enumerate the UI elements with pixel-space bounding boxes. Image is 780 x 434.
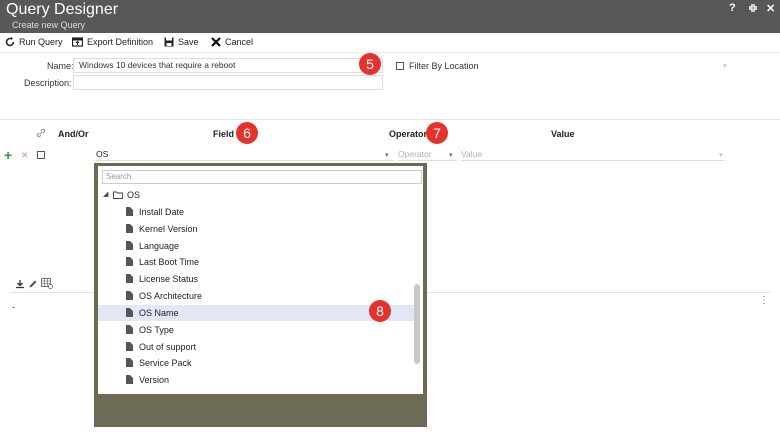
tree-item-label: Version (139, 375, 170, 385)
filter-by-location-checkbox[interactable] (396, 62, 404, 70)
window-subtitle: Create new Query (12, 20, 86, 30)
export-definition-button[interactable]: Export Definition (72, 37, 153, 47)
tree-item-label: OS Type (139, 325, 174, 335)
description-field[interactable] (73, 75, 383, 90)
remove-row-button[interactable]: ✕ (21, 150, 29, 161)
header-field: Field (213, 129, 235, 139)
tree-item-label: Last Boot Time (139, 257, 200, 267)
row-checkbox[interactable] (37, 151, 45, 159)
more-options-button[interactable]: ⋮ (759, 295, 769, 306)
link-icon (36, 128, 46, 138)
dropdown-scrollbar[interactable] (414, 284, 420, 364)
field-dropdown-panel: Search ◢ OS Install Date Kernel Version … (98, 166, 423, 394)
export-definition-label: Export Definition (87, 37, 154, 47)
tree-item-label: Language (139, 241, 180, 251)
document-icon (126, 342, 133, 351)
field-select-caret[interactable]: ▾ (385, 151, 389, 159)
document-icon (126, 207, 133, 216)
field-search-input[interactable]: Search (102, 170, 422, 184)
close-button[interactable]: ✕ (766, 2, 775, 15)
document-icon (126, 257, 133, 266)
run-query-button[interactable]: Run Query (5, 37, 63, 47)
name-field[interactable]: Windows 10 devices that require a reboot (73, 58, 383, 73)
tree-item-os-type[interactable]: OS Type (98, 322, 416, 338)
field-dropdown: Search ◢ OS Install Date Kernel Version … (94, 163, 427, 427)
cancel-button[interactable]: Cancel (211, 37, 253, 47)
tree-item-license-status[interactable]: License Status (98, 271, 416, 287)
description-label: Description: (24, 78, 72, 88)
tree-item-last-boot-time[interactable]: Last Boot Time (98, 254, 416, 270)
pencil-icon[interactable] (28, 279, 38, 289)
tree-item-version[interactable]: Version (98, 372, 416, 388)
tree-item-os-architecture[interactable]: OS Architecture (98, 288, 416, 304)
value-field[interactable]: Value (461, 149, 725, 161)
document-icon (126, 291, 133, 300)
tree-item-service-pack[interactable]: Service Pack (98, 355, 416, 371)
tree-item-label: License Status (139, 274, 199, 284)
callout-badge-8: 8 (369, 300, 391, 322)
add-row-button[interactable]: + (4, 147, 12, 163)
callout-badge-5: 5 (359, 53, 381, 75)
filter-by-location-label: Filter By Location (409, 61, 479, 71)
help-button[interactable]: ? (729, 2, 736, 14)
tree-item-kernel-version[interactable]: Kernel Version (98, 221, 416, 237)
tree-item-out-of-support[interactable]: Out of support (98, 339, 416, 355)
document-icon (126, 358, 133, 367)
window-title: Query Designer (6, 1, 119, 18)
document-icon (126, 325, 133, 334)
operator-placeholder: Operator (398, 149, 432, 159)
header-operator: Operator (389, 129, 428, 139)
tree-item-label: Install Date (139, 207, 185, 217)
document-icon (126, 241, 133, 250)
cancel-icon (211, 37, 221, 47)
field-select[interactable]: OS (96, 149, 394, 161)
document-icon (126, 274, 133, 283)
title-bar: Query Designer Create new Query ? ✕ (0, 0, 780, 33)
tree-item-label: OS Name (139, 308, 179, 318)
tree-node-os-label: OS (127, 190, 141, 200)
tree-item-label: OS Architecture (139, 291, 203, 301)
field-select-value: OS (96, 149, 109, 159)
cancel-label: Cancel (225, 37, 254, 47)
divider (0, 119, 780, 120)
header-and-or: And/Or (58, 129, 89, 139)
tree-item-label: Service Pack (139, 358, 192, 368)
table-settings-icon[interactable] (41, 278, 53, 289)
location-dropdown-caret[interactable]: ▾ (723, 62, 727, 70)
restore-button[interactable] (748, 3, 758, 16)
value-caret[interactable]: ▾ (719, 151, 723, 159)
tree-node-os[interactable]: ◢ OS (98, 187, 416, 203)
tree-item-label: Kernel Version (139, 224, 198, 234)
document-icon (126, 375, 133, 384)
tree-item-label: Out of support (139, 342, 197, 352)
toolbar: Run Query Export Definition Save Cancel (0, 33, 780, 53)
document-icon (126, 308, 133, 317)
save-icon (164, 37, 174, 47)
results-dash: - (12, 302, 15, 312)
document-icon (126, 224, 133, 233)
folder-icon (113, 191, 123, 199)
operator-select-caret[interactable]: ▾ (449, 151, 453, 159)
value-placeholder: Value (461, 149, 483, 159)
refresh-icon (5, 37, 15, 47)
collapse-triangle-icon[interactable]: ◢ (103, 187, 108, 203)
restore-icon (749, 4, 757, 12)
callout-badge-7: 7 (426, 122, 448, 144)
save-button[interactable]: Save (164, 37, 199, 47)
header-value: Value (551, 129, 575, 139)
callout-badge-6: 6 (236, 122, 258, 144)
download-icon[interactable] (15, 279, 25, 289)
export-icon (72, 37, 83, 47)
tree-item-install-date[interactable]: Install Date (98, 204, 416, 220)
save-label: Save (178, 37, 199, 47)
run-query-label: Run Query (19, 37, 63, 47)
tree-item-language[interactable]: Language (98, 238, 416, 254)
name-label: Name: (47, 61, 74, 71)
